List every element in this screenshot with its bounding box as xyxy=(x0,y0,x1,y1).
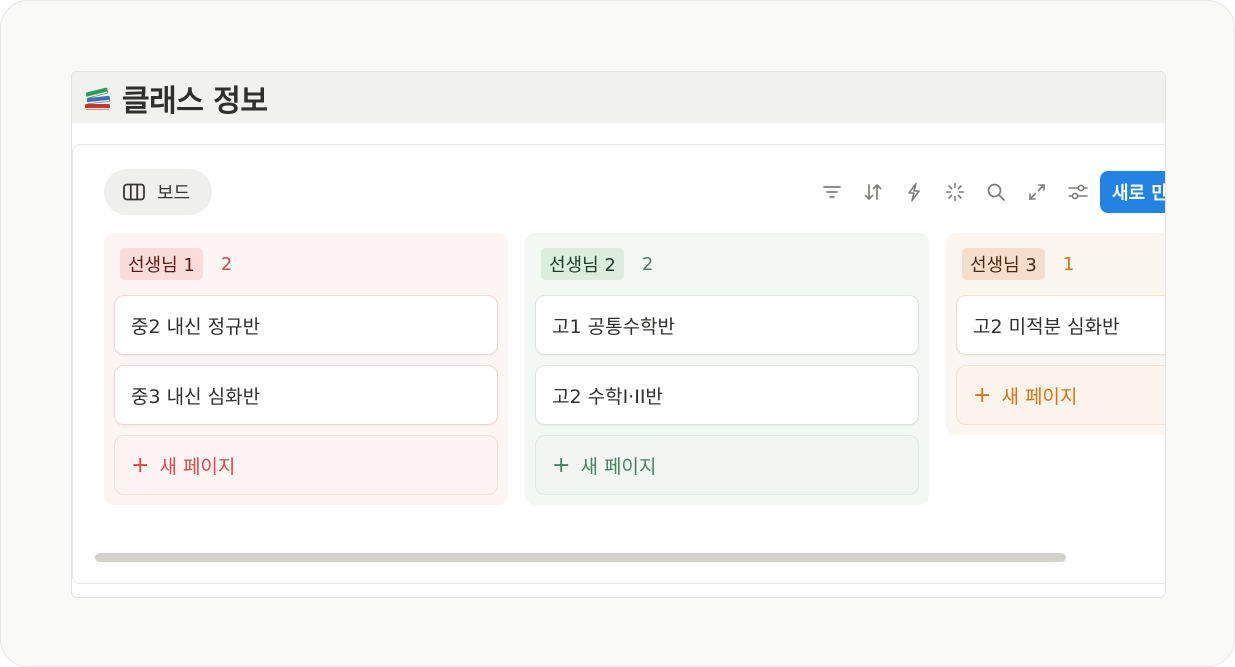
page-title[interactable]: 클래스 정보 xyxy=(122,76,268,120)
sort-icon xyxy=(864,184,881,200)
board-view: 보드 새로 만 선생님 1 2 중2 내신 정규반 중3 내신 심화반 + 새 … xyxy=(72,144,1165,584)
group-label[interactable]: 선생님 3 xyxy=(962,248,1045,280)
group-count: 2 xyxy=(641,253,654,275)
settings-icon xyxy=(1067,184,1088,200)
board-card[interactable]: 고1 공통수학반 xyxy=(535,295,919,355)
books-icon xyxy=(82,82,112,114)
board-column-teacher-3: 선생님 3 1 고2 미적분 심화반 + 새 페이지 xyxy=(946,233,1165,435)
search-icon xyxy=(987,183,1005,201)
expand-icon xyxy=(1028,184,1045,200)
card-title: 고2 미적분 심화반 xyxy=(973,315,1120,338)
ai-sparkle-button[interactable] xyxy=(934,171,975,213)
sort-button[interactable] xyxy=(852,171,893,213)
view-settings-button[interactable] xyxy=(1057,171,1098,213)
window-frame: 클래스 정보 보드 새로 만 선생님 1 2 중2 내신 정규반 중3 내신 심… xyxy=(0,0,1235,667)
filter-icon xyxy=(822,186,841,198)
board-card[interactable]: 고2 미적분 심화반 xyxy=(956,295,1165,355)
add-page-button[interactable]: + 새 페이지 xyxy=(114,435,498,495)
view-tab-label: 보드 xyxy=(157,183,191,204)
page-container: 클래스 정보 보드 새로 만 선생님 1 2 중2 내신 정규반 중3 내신 심… xyxy=(71,71,1166,598)
column-header: 선생님 3 1 xyxy=(956,233,1165,295)
group-count: 2 xyxy=(220,253,233,275)
add-page-label: 새 페이지 xyxy=(1001,385,1078,408)
plus-icon: + xyxy=(131,452,150,478)
search-button[interactable] xyxy=(975,171,1016,213)
board-column-teacher-2: 선생님 2 2 고1 공통수학반 고2 수학I·II반 + 새 페이지 xyxy=(525,233,929,505)
toolbar xyxy=(811,171,1098,213)
group-count: 1 xyxy=(1062,253,1075,275)
board-icon xyxy=(123,183,145,201)
plus-icon: + xyxy=(973,382,992,408)
automation-button[interactable] xyxy=(893,171,934,213)
automation-icon xyxy=(907,182,920,202)
filter-button[interactable] xyxy=(811,171,852,213)
board-card[interactable]: 중2 내신 정규반 xyxy=(114,295,498,355)
card-title: 고2 수학I·II반 xyxy=(552,385,663,408)
add-page-label: 새 페이지 xyxy=(580,455,657,478)
card-title: 고1 공통수학반 xyxy=(552,315,676,338)
expand-button[interactable] xyxy=(1016,171,1057,213)
board-card[interactable]: 고2 수학I·II반 xyxy=(535,365,919,425)
board-column-teacher-1: 선생님 1 2 중2 내신 정규반 중3 내신 심화반 + 새 페이지 xyxy=(104,233,508,505)
card-title: 중3 내신 심화반 xyxy=(131,385,261,408)
ai-sparkle-icon xyxy=(945,182,964,202)
card-title: 중2 내신 정규반 xyxy=(131,315,261,338)
group-label[interactable]: 선생님 2 xyxy=(541,248,624,280)
column-header: 선생님 2 2 xyxy=(535,233,919,295)
new-button[interactable]: 새로 만 xyxy=(1100,171,1165,213)
add-page-label: 새 페이지 xyxy=(159,455,236,478)
add-page-button[interactable]: + 새 페이지 xyxy=(535,435,919,495)
add-page-button[interactable]: + 새 페이지 xyxy=(956,365,1165,425)
view-tab-board[interactable]: 보드 xyxy=(104,169,212,215)
group-label[interactable]: 선생님 1 xyxy=(120,248,203,280)
plus-icon: + xyxy=(552,452,571,478)
page-header: 클래스 정보 xyxy=(72,72,1165,123)
horizontal-scrollbar[interactable] xyxy=(95,553,1066,562)
column-header: 선생님 1 2 xyxy=(114,233,498,295)
board-card[interactable]: 중3 내신 심화반 xyxy=(114,365,498,425)
